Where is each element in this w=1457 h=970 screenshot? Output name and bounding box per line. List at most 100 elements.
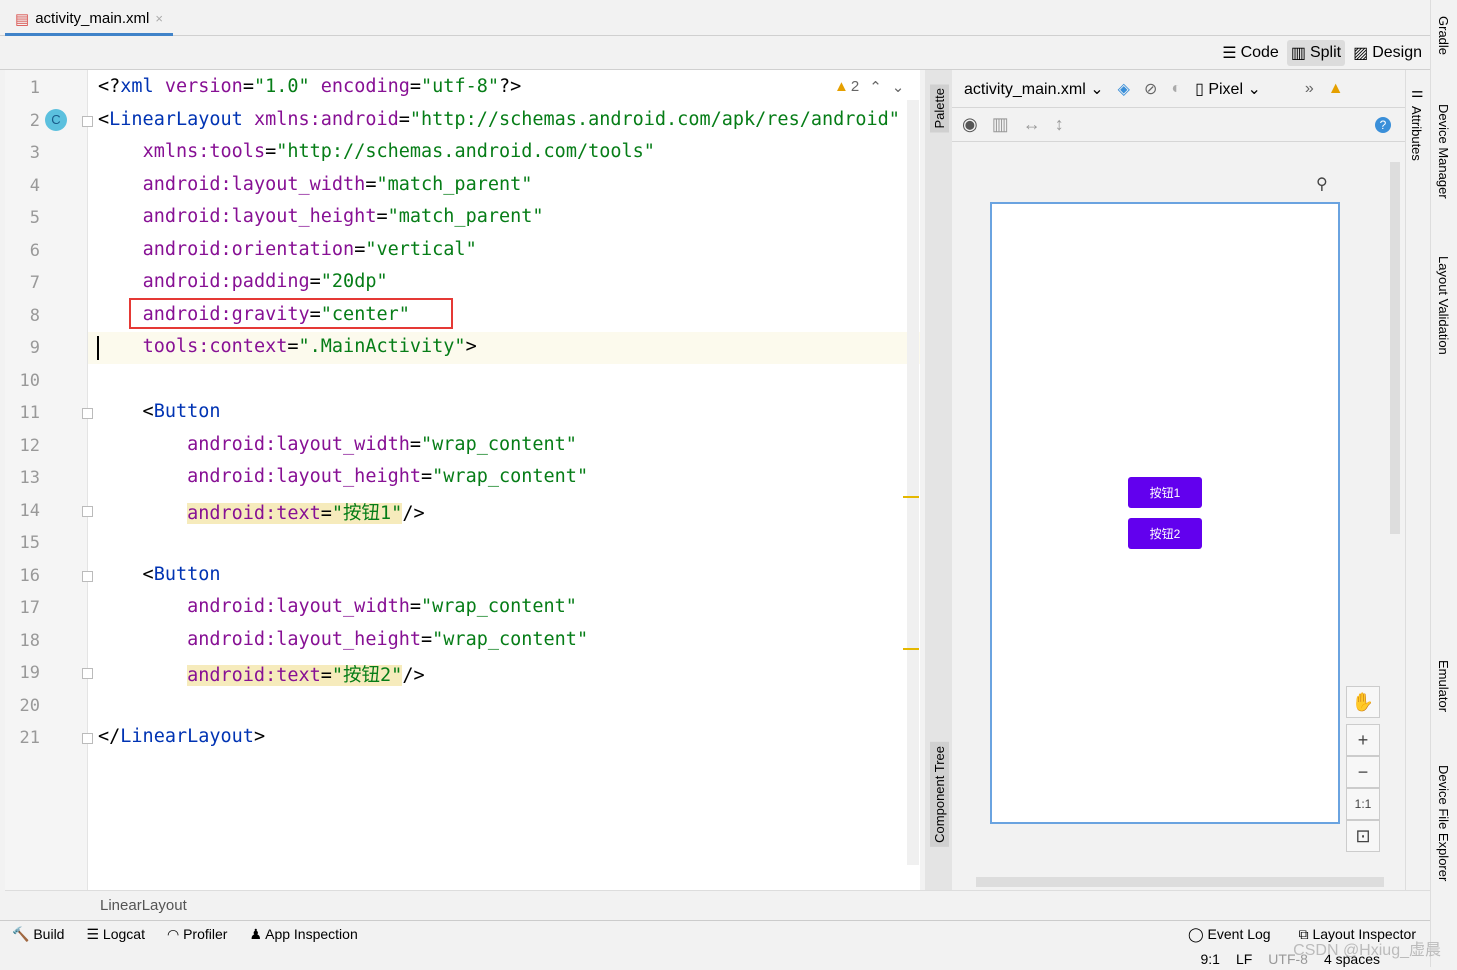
code-line[interactable]: android:layout_width="match_parent" xyxy=(98,173,533,195)
fold-icon[interactable] xyxy=(82,733,93,744)
lines-icon: ☰ xyxy=(1222,44,1237,62)
sliders-icon: ⚌ xyxy=(1411,84,1424,100)
code-line[interactable]: android:text="按钮2"/> xyxy=(98,661,425,687)
inspection-widget[interactable]: ▲ 2 ⌃ ⌄ xyxy=(834,78,904,96)
code-token: /> xyxy=(402,665,425,686)
blueprint-icon[interactable]: ▥ xyxy=(992,114,1009,135)
code-token: ?> xyxy=(499,76,522,97)
code-line[interactable]: android:layout_height="match_parent" xyxy=(98,206,544,227)
component-tree-tab[interactable]: Component Tree xyxy=(930,742,949,847)
code-line[interactable]: <Button xyxy=(98,564,221,585)
code-token: "按钮2" xyxy=(331,665,403,686)
fold-icon[interactable] xyxy=(82,505,93,517)
code-line[interactable]: android:padding="20dp" xyxy=(98,271,388,292)
editor-scrollbar[interactable] xyxy=(907,100,919,865)
code-mode-button[interactable]: ☰ Code xyxy=(1218,40,1283,66)
warning-icon[interactable]: ▲ xyxy=(1328,80,1344,98)
pan-hand-icon[interactable]: ✋ xyxy=(1346,686,1380,718)
chevron-down-icon[interactable]: ⌄ xyxy=(892,78,905,96)
zoom-actual-button[interactable]: 1:1 xyxy=(1346,788,1380,820)
code-line[interactable]: android:layout_height="wrap_content" xyxy=(98,466,588,487)
device-select[interactable]: ▯ Pixel ⌄ xyxy=(1195,79,1261,99)
layers-icon[interactable]: ◈ xyxy=(1118,79,1130,99)
orientation-icon[interactable]: ⊘ xyxy=(1144,79,1157,99)
device-manager-tab[interactable]: Device Manager xyxy=(1436,104,1451,199)
code-line[interactable]: </LinearLayout> xyxy=(98,726,265,747)
code-line[interactable]: <Button xyxy=(98,401,221,422)
build-tool[interactable]: 🔨 Build xyxy=(12,926,64,943)
line-separator[interactable]: LF xyxy=(1236,948,1252,967)
preview-button-1[interactable]: 按钮1 xyxy=(1128,477,1202,508)
code-line[interactable]: xmlns:tools="http://schemas.android.com/… xyxy=(98,141,655,162)
code-token: = xyxy=(376,206,388,227)
line-number: 1 xyxy=(29,78,40,98)
fit-screen-icon[interactable]: ⊡ xyxy=(1346,820,1380,852)
pin-icon[interactable]: ⚲ xyxy=(1316,174,1328,194)
horizontal-resize-icon[interactable]: ↔ xyxy=(1023,114,1041,135)
code-line[interactable]: android:layout_width="wrap_content" xyxy=(98,434,577,455)
code-token: = xyxy=(421,466,433,487)
tab-activity-main[interactable]: ▤ activity_main.xml × xyxy=(5,4,173,36)
vertical-resize-icon[interactable]: ↕ xyxy=(1055,114,1064,135)
device-file-explorer-tab[interactable]: Device File Explorer xyxy=(1436,765,1451,881)
chevron-up-icon[interactable]: ⌃ xyxy=(869,78,882,96)
line-number: 15 xyxy=(19,533,40,553)
breadcrumb[interactable]: LinearLayout xyxy=(5,890,1430,920)
more-icon[interactable]: » xyxy=(1305,80,1314,98)
line-number: 2 xyxy=(29,110,40,131)
line-number: 10 xyxy=(19,370,40,391)
fold-icon[interactable] xyxy=(82,408,93,419)
code-line[interactable]: tools:context=".MainActivity"> xyxy=(98,336,477,357)
code-token: = xyxy=(398,108,410,130)
event-log-tool[interactable]: ◯ Event Log xyxy=(1188,926,1271,943)
emulator-tab[interactable]: Emulator xyxy=(1436,660,1451,712)
line-number: 11 xyxy=(19,403,40,423)
fold-icon[interactable] xyxy=(82,668,93,679)
code-token: = xyxy=(242,76,254,97)
fold-icon[interactable] xyxy=(82,115,93,127)
line-number: 13 xyxy=(19,468,40,488)
preview-button-2[interactable]: 按钮2 xyxy=(1128,518,1202,549)
design-horizontal-scrollbar[interactable] xyxy=(976,877,1384,887)
gradle-tab[interactable]: Gradle xyxy=(1436,16,1451,55)
zoom-out-button[interactable]: − xyxy=(1346,756,1380,788)
code-line[interactable]: android:layout_height="wrap_content" xyxy=(98,629,588,650)
design-vertical-scrollbar[interactable] xyxy=(1390,162,1400,534)
night-mode-icon[interactable]: ◐ xyxy=(1171,80,1181,98)
design-toolbar: activity_main.xml ⌄ ◈ ⊘ ◐ ▯ Pixel ⌄ » ▲ xyxy=(952,70,1405,108)
code-line[interactable]: android:text="按钮1"/> xyxy=(98,499,425,525)
app-inspection-tool[interactable]: ♟ App Inspection xyxy=(249,926,357,943)
file-select[interactable]: activity_main.xml ⌄ xyxy=(964,79,1104,99)
code-token: = xyxy=(287,336,299,357)
zoom-controls: ✋ + − 1:1 ⊡ xyxy=(1346,686,1382,864)
code-token: = xyxy=(320,665,332,686)
line-number: 12 xyxy=(19,435,40,456)
layout-validation-tab[interactable]: Layout Validation xyxy=(1436,256,1451,355)
code-line[interactable]: android:layout_width="wrap_content" xyxy=(98,596,577,617)
logcat-tool[interactable]: ☰ Logcat xyxy=(86,926,145,943)
attributes-tab[interactable]: Attributes xyxy=(1409,106,1424,161)
split-mode-button[interactable]: ▥ Split xyxy=(1286,39,1346,66)
device-preview[interactable]: 按钮1 按钮2 xyxy=(990,202,1340,824)
line-number: 8 xyxy=(29,305,40,326)
profiler-tool[interactable]: ◠ Profiler xyxy=(167,926,227,943)
close-icon[interactable]: × xyxy=(155,11,163,26)
code-token: "match_parent" xyxy=(376,173,533,195)
status-bar: 9:1 LF UTF-8 4 spaces xyxy=(0,948,1430,967)
design-mode-button[interactable]: ▨ Design xyxy=(1349,40,1426,66)
help-icon[interactable]: ? xyxy=(1375,116,1391,133)
code-token: xmlns:tools xyxy=(142,141,266,162)
fold-icon[interactable] xyxy=(82,570,93,582)
bottom-tool-bar: 🔨 Build ☰ Logcat ◠ Profiler ♟ App Inspec… xyxy=(0,920,1430,948)
code-line[interactable]: <?xml version="1.0" encoding="utf-8"?> xyxy=(98,76,521,97)
code-line[interactable]: <LinearLayout xmlns:android="http://sche… xyxy=(98,109,900,130)
caret-position[interactable]: 9:1 xyxy=(1200,948,1219,967)
eye-icon[interactable]: ◉ xyxy=(962,114,978,135)
palette-tab[interactable]: Palette xyxy=(930,84,949,133)
code-line[interactable]: android:orientation="vertical" xyxy=(98,239,477,260)
code-token: android:text xyxy=(187,665,321,686)
class-c-icon[interactable]: C xyxy=(45,109,67,131)
zoom-in-button[interactable]: + xyxy=(1346,724,1380,756)
